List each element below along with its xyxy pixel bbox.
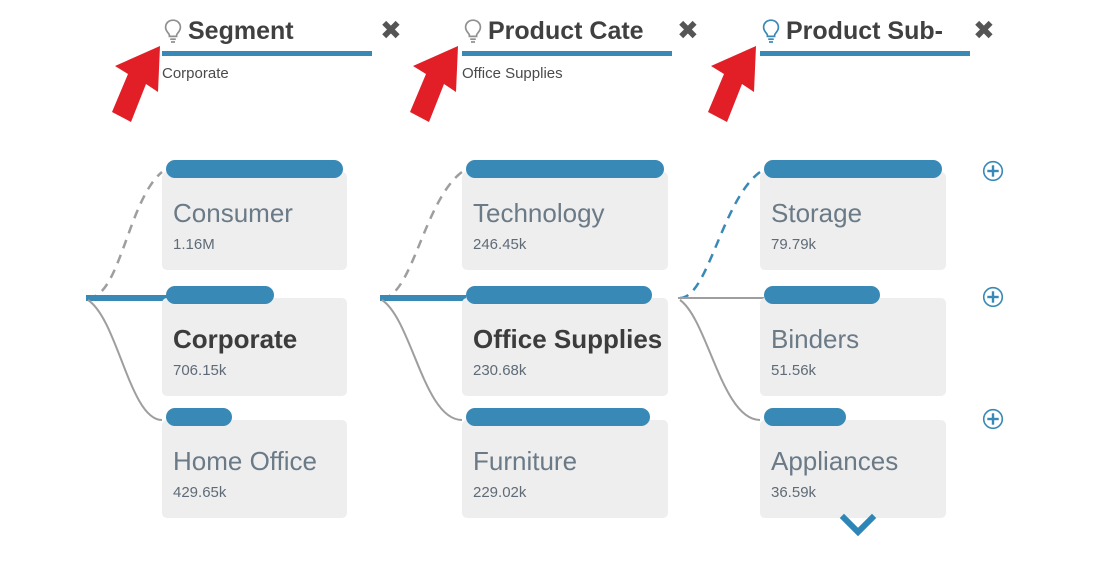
tree-node-card[interactable]: Binders 51.56k bbox=[760, 286, 946, 396]
card-value: 51.56k bbox=[771, 362, 817, 379]
card-title: Appliances bbox=[771, 446, 899, 476]
connector-office-supplies-appliances bbox=[679, 299, 761, 421]
plus-circle-icon[interactable] bbox=[982, 408, 1004, 430]
column-header-product-subcategory[interactable]: Product Sub- ✖ bbox=[760, 14, 995, 65]
tree-node-card[interactable]: Corporate 706.15k bbox=[162, 286, 347, 396]
card-title: Office Supplies bbox=[473, 324, 663, 354]
close-icon[interactable]: ✖ bbox=[973, 18, 995, 44]
plus-circle-icon[interactable] bbox=[982, 160, 1004, 182]
column-header-label: Product Cate bbox=[488, 16, 644, 45]
card-value: 36.59k bbox=[771, 484, 817, 501]
card-value: 1.16M bbox=[173, 236, 215, 253]
column-header-segment[interactable]: Segment Corporate ✖ bbox=[162, 14, 402, 82]
card-title: Consumer bbox=[173, 198, 293, 228]
card-title: Binders bbox=[771, 324, 860, 354]
card-value: 706.15k bbox=[173, 362, 227, 379]
tree-node-card[interactable]: Technology 246.45k bbox=[462, 160, 668, 270]
lightbulb-icon bbox=[762, 19, 780, 43]
column-header-product-category[interactable]: Product Cate Office Supplies ✖ bbox=[462, 14, 699, 82]
card-value: 230.68k bbox=[473, 362, 527, 379]
tree-node-card[interactable]: Appliances 36.59k bbox=[760, 408, 946, 518]
card-value: 429.65k bbox=[173, 484, 227, 501]
close-icon[interactable]: ✖ bbox=[677, 18, 699, 44]
column-header-value: Office Supplies bbox=[462, 65, 563, 82]
column-header-underline bbox=[760, 51, 970, 56]
connector-office-supplies-storage bbox=[679, 170, 761, 300]
column-header-underline bbox=[162, 51, 372, 56]
card-title: Home Office bbox=[173, 446, 318, 476]
chevron-down-icon[interactable] bbox=[838, 512, 878, 538]
connector-corporate-furniture bbox=[381, 299, 463, 421]
card-value: 229.02k bbox=[473, 484, 527, 501]
lightbulb-icon bbox=[464, 19, 482, 43]
tree-node-card[interactable]: Consumer 1.16M bbox=[162, 160, 347, 270]
tree-node-card[interactable]: Storage 79.79k bbox=[760, 160, 946, 270]
plus-circle-icon[interactable] bbox=[982, 286, 1004, 308]
tree-node-card[interactable]: Home Office 429.65k bbox=[162, 408, 347, 518]
card-value: 79.79k bbox=[771, 236, 817, 253]
column-header-underline bbox=[462, 51, 672, 56]
card-title: Corporate bbox=[173, 324, 298, 354]
column-headers: Segment Corporate ✖ Product Cate Office … bbox=[0, 0, 1100, 150]
tree-node-card[interactable]: Office Supplies 230.68k bbox=[462, 286, 668, 396]
connector-root-home-office bbox=[87, 299, 163, 421]
card-title: Storage bbox=[771, 198, 863, 228]
column-header-label: Product Sub- bbox=[786, 16, 943, 45]
tree-node-card[interactable]: Furniture 229.02k bbox=[462, 408, 668, 518]
card-title: Furniture bbox=[473, 446, 578, 476]
card-title: Technology bbox=[473, 198, 605, 228]
close-icon[interactable]: ✖ bbox=[380, 18, 402, 44]
breakdown-tree-visualization: Segment Corporate ✖ Product Cate Office … bbox=[0, 0, 1100, 567]
column-header-label: Segment bbox=[188, 16, 294, 45]
connector-root-consumer bbox=[87, 171, 163, 300]
card-value: 246.45k bbox=[473, 236, 527, 253]
lightbulb-icon bbox=[164, 19, 182, 43]
column-header-value: Corporate bbox=[162, 65, 229, 82]
connector-corporate-technology bbox=[381, 170, 463, 300]
